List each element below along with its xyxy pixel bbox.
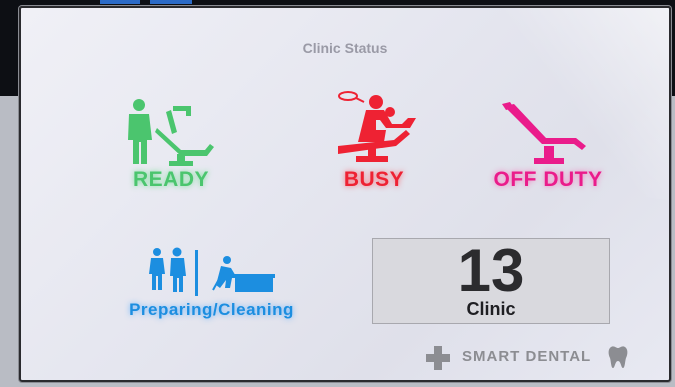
status-off-duty[interactable]: OFF DUTY: [483, 100, 613, 192]
clinic-number: 13: [457, 237, 525, 304]
status-preparing-label: Preparing/Cleaning: [129, 300, 294, 319]
status-off-duty-label: OFF DUTY: [493, 168, 603, 191]
clinic-label: Clinic: [466, 299, 516, 319]
background-highlight: [100, 0, 140, 4]
status-busy[interactable]: BUSY: [299, 88, 449, 192]
dentist-treating-patient-icon: [338, 91, 416, 162]
brand-text: SMART DENTAL: [462, 348, 592, 365]
background-highlight: [150, 0, 192, 4]
clinic-number-box: 13 Clinic: [372, 238, 610, 324]
status-ready[interactable]: READY: [101, 96, 241, 192]
staff-cleaning-icon: [148, 247, 275, 296]
status-preparing-cleaning[interactable]: Preparing/Cleaning: [109, 246, 314, 320]
doctor-with-dental-chair-icon: [128, 99, 214, 166]
status-busy-label: BUSY: [343, 168, 405, 191]
status-ready-label: READY: [132, 168, 209, 191]
clinic-status-panel: Clinic Status READY BUSY OFF DUTY Prepar…: [19, 6, 671, 382]
tooth-icon: [608, 346, 628, 368]
brand-logo: SMART DENTAL: [426, 345, 636, 371]
page-title: Clinic Status: [302, 40, 388, 56]
empty-dental-chair-icon: [502, 102, 586, 164]
plus-cross-icon: [426, 346, 450, 370]
